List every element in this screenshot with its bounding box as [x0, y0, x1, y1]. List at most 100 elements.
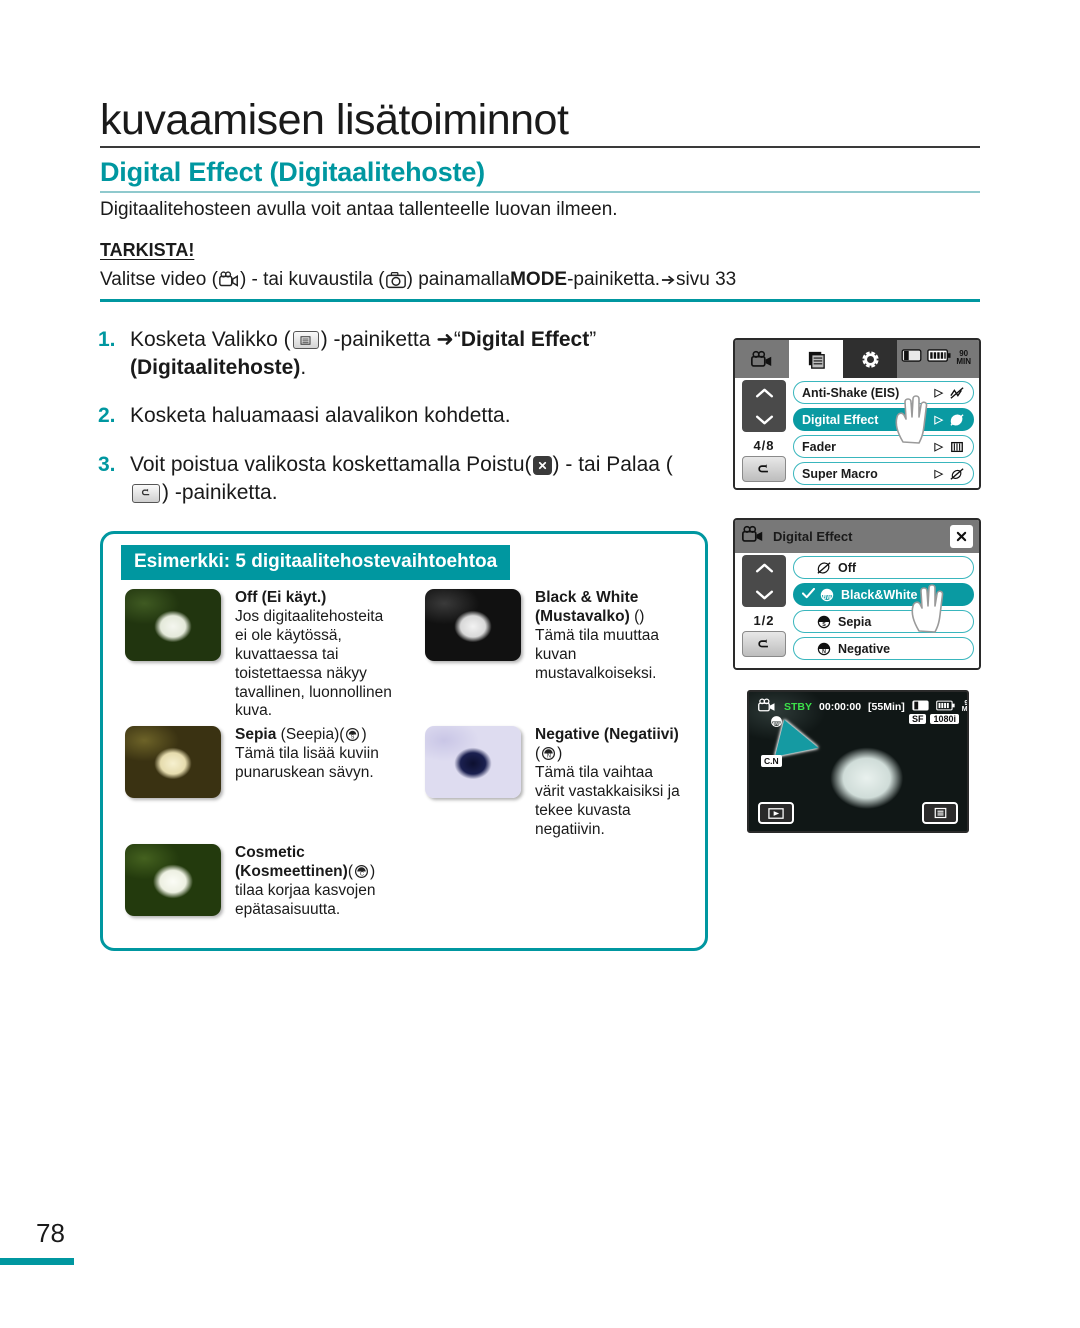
- lcd1-nav-column: 4/8: [741, 380, 787, 482]
- check-icon: [801, 587, 816, 602]
- menu-row-super-macro[interactable]: Super Macro ▷: [793, 462, 974, 485]
- menu-icon: [292, 331, 319, 350]
- playback-button[interactable]: [758, 802, 794, 824]
- menu-row-icons: ▷: [935, 467, 965, 481]
- effect-desc-negative: Tämä tila vaihtaa värit vastakkaisiksi j…: [535, 763, 680, 838]
- battery-time: 90 MIN: [961, 699, 969, 713]
- scroll-up-button[interactable]: [742, 380, 786, 406]
- intro-paragraph: Digitaalitehosteen avulla voit antaa tal…: [100, 199, 618, 220]
- check-rule-teal: [100, 299, 980, 302]
- check-mid-text: ) - tai kuvaustila (: [239, 269, 385, 290]
- lcd1-body: 4/8 Anti-Shake (EIS) ▷ Digital Effect ▷ …: [735, 378, 979, 488]
- submenu-arrow-icon: ▷: [934, 414, 943, 426]
- svg-text:N: N: [822, 649, 826, 655]
- step-2: 2. Kosketa haluamaasi alavalikon kohdett…: [98, 402, 698, 430]
- lcd-screen-preview: STBY 00:00:00 [55Min] 90 MIN: [747, 690, 969, 833]
- lcd2-body: 1/2 Off BW Black&White S Sepia N Negativ…: [735, 553, 979, 668]
- menu-row-label: Digital Effect: [802, 412, 879, 427]
- effect-item-cosmetic: Cosmetic (Kosmeettinen)( C ) tilaa korja…: [125, 844, 415, 920]
- menu-row-fader[interactable]: Fader ▷: [793, 435, 974, 458]
- back-icon: [132, 483, 160, 503]
- check-label: TARKISTA!: [100, 240, 195, 260]
- step-1-mid: ) -painiketta: [320, 328, 437, 351]
- menu-row-digital-effect[interactable]: Digital Effect ▷: [793, 408, 974, 431]
- check-tail-text: -painiketta.: [567, 269, 661, 290]
- effect-text-negative: Negative (Negatiivi) ( N ) Tämä tila vai…: [535, 726, 680, 838]
- preview-osd-quality: SF 1080i: [908, 714, 959, 724]
- svg-text:N: N: [547, 753, 551, 759]
- menu-row-icons: ▷: [935, 386, 965, 400]
- digital-effect-icon: [950, 413, 964, 426]
- off-effect-icon: [817, 561, 831, 574]
- lcd2-option-rows: Off BW Black&White S Sepia N Negative: [793, 556, 974, 664]
- camcorder-icon: [218, 270, 240, 290]
- option-row-sepia[interactable]: S Sepia: [793, 610, 974, 633]
- lcd1-topbar: 90 MIN: [735, 340, 979, 378]
- close-icon[interactable]: [950, 525, 973, 548]
- menu-row-anti-shake[interactable]: Anti-Shake (EIS) ▷: [793, 381, 974, 404]
- option-row-black-and-white[interactable]: BW Black&White: [793, 583, 974, 606]
- menu-row-label: Super Macro: [802, 466, 878, 481]
- camera-icon: [385, 270, 407, 290]
- lcd1-back-button[interactable]: [742, 456, 786, 482]
- lcd2-nav-column: 1/2: [741, 555, 787, 657]
- section-rule-light: [100, 191, 980, 193]
- tab-menu-list[interactable]: [789, 340, 843, 378]
- svg-text:S: S: [822, 622, 826, 628]
- effect-title-bw-paren: (): [634, 607, 645, 625]
- battery-icon: [927, 349, 951, 367]
- submenu-arrow-icon: ▷: [934, 441, 943, 453]
- example-box: Esimerkki: 5 digitaalitehostevaihtoehtoa…: [100, 531, 708, 951]
- page-number: 78: [36, 1218, 65, 1248]
- tab-settings[interactable]: [843, 340, 897, 378]
- scroll-up-button[interactable]: [742, 555, 786, 581]
- effect-title-cosmetic: Cosmetic (Kosmeettinen): [235, 844, 348, 880]
- step-1-tail: .: [300, 355, 307, 379]
- camcorder-icon: [741, 525, 765, 549]
- cn-badge: C.N: [761, 755, 782, 767]
- battery-time: 90 MIN: [956, 349, 971, 366]
- effect-text-cosmetic: Cosmetic (Kosmeettinen)( C ) tilaa korja…: [235, 844, 376, 918]
- mode-button-word: MODE: [510, 269, 568, 290]
- step-3-number: 3.: [98, 453, 116, 477]
- option-row-negative[interactable]: N Negative: [793, 637, 974, 660]
- option-row-off[interactable]: Off: [793, 556, 974, 579]
- lcd1-page-indicator: 4/8: [753, 438, 775, 453]
- menu-button[interactable]: [922, 802, 958, 824]
- scroll-down-button[interactable]: [742, 581, 786, 607]
- step-1: 1. Kosketa Valikko ( ) -painiketta ➜“Dig…: [98, 326, 698, 381]
- effect-title-negative: Negative (Negatiivi): [535, 726, 679, 743]
- example-box-header: Esimerkki: 5 digitaalitehostevaihtoehtoa: [121, 545, 511, 580]
- timecode: 00:00:00: [819, 701, 862, 713]
- svg-text:C: C: [360, 871, 364, 877]
- step-1-bold-term: Digital Effect: [460, 328, 590, 351]
- steps-list: 1. Kosketa Valikko ( ) -painiketta ➜“Dig…: [98, 326, 698, 528]
- cosmetic-effect-icon: C: [353, 863, 370, 880]
- step-3: 3. Voit poistua valikosta koskettamalla …: [98, 451, 698, 506]
- bw-effect-icon: BW: [820, 588, 834, 601]
- camcorder-icon: [757, 698, 777, 716]
- step-3-tail: ) -painiketta.: [162, 480, 278, 504]
- section-title: Digital Effect (Digitaalitehoste): [100, 157, 485, 187]
- page-number-bar: [0, 1258, 74, 1265]
- effect-item-sepia: Sepia (Seepia)( S ) Tämä tila lisää kuvi…: [125, 726, 395, 798]
- tab-camcorder[interactable]: [735, 340, 789, 378]
- svg-text:S: S: [351, 734, 355, 740]
- lcd2-page-indicator: 1/2: [753, 613, 775, 628]
- remaining-time: [55Min]: [868, 701, 905, 713]
- effect-thumbnail-cosmetic: [125, 844, 221, 916]
- lcd2-back-button[interactable]: [742, 631, 786, 657]
- card-icon: [901, 349, 922, 367]
- lcd2-topbar: Digital Effect: [735, 520, 979, 553]
- check-pre-text: Valitse video (: [100, 269, 218, 290]
- effect-text-bw: Black & White (Mustavalko) () Tämä tila …: [535, 589, 685, 684]
- submenu-arrow-icon: ▷: [934, 468, 943, 480]
- exit-icon: [532, 456, 552, 476]
- sepia-effect-icon: S: [817, 615, 831, 628]
- fader-icon: [951, 441, 963, 452]
- lcd1-menu-rows: Anti-Shake (EIS) ▷ Digital Effect ▷ Fade…: [793, 381, 974, 488]
- negative-effect-icon: N: [540, 745, 557, 762]
- step-1-bold-term-fi: (Digitaalitehoste): [130, 355, 301, 379]
- option-row-label: Negative: [838, 641, 891, 656]
- scroll-down-button[interactable]: [742, 406, 786, 432]
